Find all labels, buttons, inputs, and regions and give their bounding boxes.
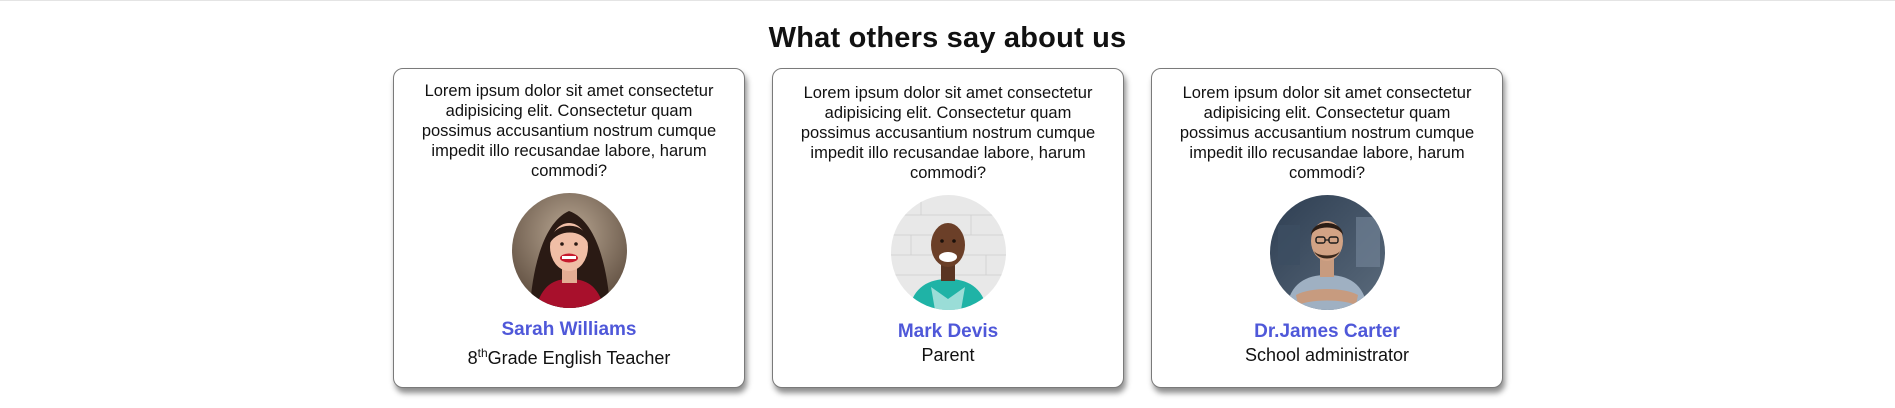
testimonial-role: Parent	[921, 345, 975, 365]
testimonials-section: What others say about us Lorem ipsum dol…	[0, 0, 1895, 408]
role-grade-number: 8	[467, 348, 478, 368]
man-portrait-avatar	[891, 195, 1006, 310]
testimonial-name: Dr.James Carter	[1254, 321, 1400, 342]
testimonial-card: Lorem ipsum dolor sit amet consectetur a…	[772, 68, 1124, 388]
woman-portrait-avatar	[512, 193, 627, 308]
testimonial-card: Lorem ipsum dolor sit amet consectetur a…	[393, 68, 745, 388]
section-heading: What others say about us	[768, 22, 1127, 54]
man-portrait-avatar	[1270, 195, 1385, 310]
top-divider	[0, 0, 1895, 1]
testimonial-role: 8thGrade English Teacher	[394, 346, 744, 369]
testimonial-quote: Lorem ipsum dolor sit amet consectetur a…	[421, 82, 717, 180]
testimonial-card: Lorem ipsum dolor sit amet consectetur a…	[1151, 68, 1503, 388]
testimonial-name: Mark Devis	[897, 321, 999, 342]
role-title: Grade English Teacher	[487, 348, 671, 368]
testimonial-name: Sarah Williams	[501, 319, 637, 340]
role-grade-suffix: th	[477, 346, 488, 360]
testimonial-quote: Lorem ipsum dolor sit amet consectetur a…	[1179, 84, 1475, 182]
testimonial-quote: Lorem ipsum dolor sit amet consectetur a…	[800, 84, 1096, 182]
testimonial-role: School administrator	[1244, 345, 1410, 365]
